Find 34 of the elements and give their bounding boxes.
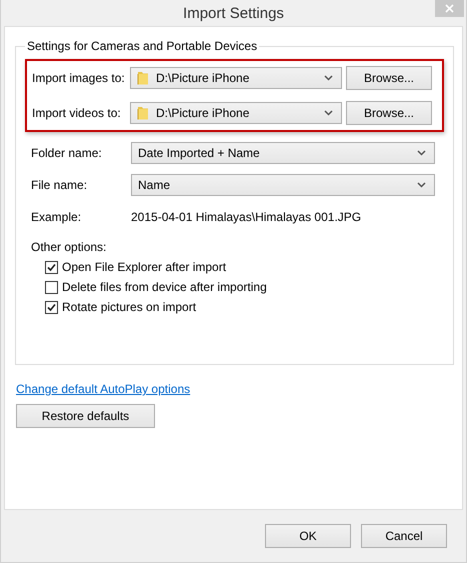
chevron-icon <box>417 150 426 156</box>
restore-button[interactable]: Restore defaults <box>16 404 155 428</box>
dropdown[interactable]: Date Imported + Name <box>131 142 435 164</box>
checkbox[interactable] <box>45 280 58 294</box>
checkbox-label[interactable]: Open File Explorer after import <box>62 260 226 274</box>
dialog-button[interactable]: Cancel <box>361 524 447 548</box>
checkbox-label[interactable]: Rotate pictures on import <box>62 300 196 314</box>
example-text: 2015-04-01 Himalayas\Himalayas 001.JPG <box>131 210 362 224</box>
check-icon <box>47 302 56 312</box>
chevron-icon <box>417 182 426 188</box>
field-label: Import videos to: <box>32 106 122 120</box>
dropdown[interactable]: D:\Picture iPhone <box>130 67 342 89</box>
check-icon <box>47 262 56 272</box>
field-label: Example: <box>31 210 82 224</box>
checkbox-label[interactable]: Delete files from device after importing <box>62 280 267 294</box>
browse-button[interactable]: Browse... <box>346 101 432 125</box>
dialog-button[interactable]: OK <box>265 524 351 548</box>
folder-icon <box>137 105 149 121</box>
section-label: Other options: <box>31 240 108 254</box>
browse-button[interactable]: Browse... <box>346 66 432 90</box>
dropdown[interactable]: Name <box>131 174 435 196</box>
autoplay-link[interactable]: Change default AutoPlay options <box>16 382 190 396</box>
dropdown[interactable]: D:\Picture iPhone <box>130 102 342 124</box>
chevron-icon <box>324 110 333 116</box>
window-title: Import Settings <box>183 4 284 22</box>
group-title: Settings for Cameras and Portable Devices <box>26 39 258 53</box>
close-icon <box>445 4 454 13</box>
checkbox[interactable] <box>45 260 58 274</box>
chevron-icon <box>324 75 333 81</box>
field-label: Import images to: <box>32 71 126 85</box>
field-label: Folder name: <box>31 146 103 160</box>
checkbox[interactable] <box>45 300 58 314</box>
folder-icon <box>137 70 149 86</box>
field-label: File name: <box>31 178 88 192</box>
